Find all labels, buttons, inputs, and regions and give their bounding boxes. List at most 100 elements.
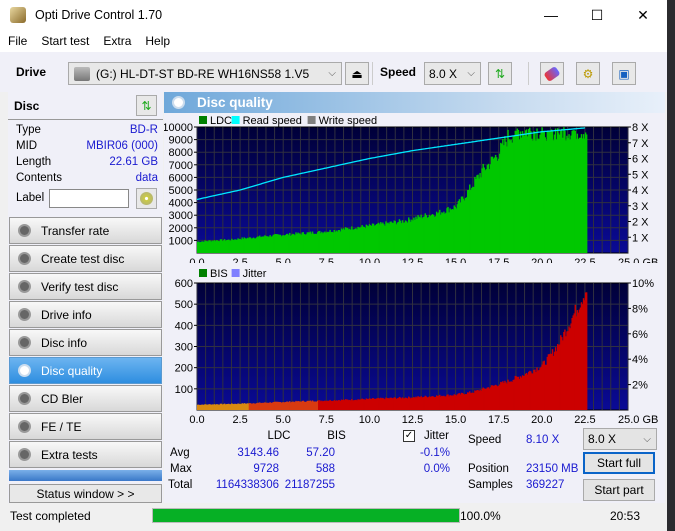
y-tick-label: 2000 — [169, 223, 193, 235]
x-tick-label: 0.0 — [189, 414, 204, 424]
y2-tick-label: 2% — [632, 380, 648, 392]
x-tick-label: 22.5 — [574, 257, 595, 263]
app-icon — [10, 7, 26, 23]
menu-bar: File Start test Extra Help — [0, 30, 667, 52]
label-label: Label — [16, 192, 45, 204]
max-label: Max — [170, 463, 192, 475]
x-tick-label: 12.5 — [402, 414, 423, 424]
nav-disc-info[interactable]: Disc info — [9, 329, 162, 356]
nav-disc-quality[interactable]: Disc quality — [9, 357, 162, 384]
settings-button[interactable]: ⚙ — [576, 62, 600, 85]
y-tick-label: 4000 — [169, 198, 193, 210]
app-window: Opti Drive Control 1.70 — ☐ ✕ File Start… — [0, 0, 667, 531]
legend-swatch — [199, 116, 207, 124]
start-part-button[interactable]: Start part — [583, 479, 655, 501]
x-tick-label: 20.0 — [531, 257, 552, 263]
x-tick-label: 0.0 — [189, 257, 204, 263]
test-speed-value: 8.0 X — [588, 432, 617, 446]
nav-verify-test-disc[interactable]: Verify test disc — [9, 273, 162, 300]
minimize-button[interactable]: — — [528, 0, 574, 30]
drive-label: Drive — [16, 65, 47, 79]
speed-label: Speed — [468, 434, 502, 446]
y2-tick-label: 7 X — [632, 138, 649, 150]
y-tick-label: 5000 — [169, 185, 193, 197]
x-tick-label: 12.5 — [402, 257, 423, 263]
disc-length-row: Length 22.61 GB — [16, 156, 158, 172]
fe-te-icon — [18, 420, 31, 433]
progress-fill — [153, 509, 459, 522]
position-value: 23150 MB — [526, 463, 579, 475]
total-bis: 21187255 — [284, 479, 335, 491]
col-ldc-header: LDC — [267, 430, 291, 442]
start-full-button[interactable]: Start full — [583, 452, 655, 474]
close-button[interactable]: ✕ — [620, 0, 666, 30]
nav-extra-tests[interactable]: Extra tests — [9, 441, 162, 468]
x-tick-label: 10.0 — [359, 257, 380, 263]
y-tick-label: 6000 — [169, 172, 193, 184]
length-value: 22.61 GB — [109, 156, 158, 168]
speed-value: 8.0 X — [429, 66, 458, 81]
label-disc-button[interactable] — [136, 188, 157, 209]
y2-tick-label: 6% — [632, 329, 648, 341]
nav-create-test-disc[interactable]: Create test disc — [9, 245, 162, 272]
eject-button[interactable]: ⏏ — [345, 62, 369, 85]
x-tick-label: 2.5 — [232, 257, 247, 263]
cd-bler-icon — [18, 392, 31, 405]
maximize-button[interactable]: ☐ — [574, 0, 620, 30]
y2-tick-label: 10% — [632, 278, 654, 290]
menu-start-test[interactable]: Start test — [34, 34, 96, 48]
legend-swatch — [199, 269, 207, 277]
disc-refresh-button[interactable]: ⇅ — [136, 95, 157, 116]
test-speed-select[interactable]: 8.0 X ⌵ — [583, 428, 657, 450]
nav-transfer-rate[interactable]: Transfer rate — [9, 217, 162, 244]
y2-tick-label: 4% — [632, 354, 648, 366]
y-tick-label: 200 — [175, 363, 193, 375]
panel-title: Disc quality — [197, 95, 273, 110]
nav-drive-info[interactable]: Drive info — [9, 301, 162, 328]
y2-tick-label: 4 X — [632, 185, 649, 197]
nav-cd-bler[interactable]: CD Bler — [9, 385, 162, 412]
nav-label: Disc info — [41, 335, 88, 350]
x-tick-label: 2.5 — [232, 414, 247, 424]
contents-label: Contents — [16, 172, 63, 184]
y2-tick-label: 5 X — [632, 169, 649, 181]
y2-tick-label: 1 X — [632, 232, 649, 244]
y-tick-label: 7000 — [169, 160, 193, 172]
x-tick-label: 25.0 GB — [618, 257, 658, 263]
bis-bar — [585, 292, 588, 410]
x-tick-label: 5.0 — [276, 257, 291, 263]
legend-swatch — [231, 269, 240, 277]
title-bar: Opti Drive Control 1.70 — ☐ ✕ — [0, 0, 667, 30]
speed-select[interactable]: 8.0 X ⌵ — [424, 62, 481, 85]
drive-select[interactable]: (G:) HL-DT-ST BD-RE WH16NS58 1.V5 ⌵ — [68, 62, 342, 85]
y2-tick-label: 3 X — [632, 201, 649, 213]
jitter-checkbox[interactable]: ✓ — [403, 430, 415, 442]
chevron-down-icon: ⌵ — [643, 433, 651, 445]
toolbar: Drive (G:) HL-DT-ST BD-RE WH16NS58 1.V5 … — [0, 52, 667, 92]
disc-icon — [140, 192, 153, 205]
save-button[interactable]: ▣ — [612, 62, 636, 85]
avg-jitter: -0.1% — [419, 447, 450, 459]
disc-quality-panel: Disc quality 0.0 2.5 5.0 7.5 10.0 12.5 15.0 17.… — [164, 92, 665, 503]
avg-ldc: 3143.46 — [237, 447, 279, 459]
avg-label: Avg — [170, 447, 190, 459]
disc-contents-row: Contents data — [16, 172, 158, 188]
nav-fe-te[interactable]: FE / TE — [9, 413, 162, 440]
status-window-button[interactable]: Status window > > — [9, 484, 162, 503]
label-input[interactable] — [49, 189, 129, 208]
menu-extra[interactable]: Extra — [96, 34, 138, 48]
menu-file[interactable]: File — [0, 34, 34, 48]
type-value: BD-R — [129, 124, 158, 136]
y-tick-label: 300 — [175, 342, 193, 354]
ldc-bar — [585, 134, 588, 253]
refresh-button[interactable]: ⇅ — [488, 62, 512, 85]
chevron-down-icon: ⌵ — [467, 68, 475, 79]
menu-help[interactable]: Help — [138, 34, 177, 48]
y-tick-label: 1000 — [169, 235, 193, 247]
eraser-icon — [543, 65, 561, 82]
status-text: Test completed — [10, 508, 91, 523]
x-tick-label: 22.5 — [574, 414, 595, 424]
erase-button[interactable] — [540, 62, 564, 85]
type-label: Type — [16, 124, 41, 136]
panel-header: Disc quality — [164, 92, 665, 113]
